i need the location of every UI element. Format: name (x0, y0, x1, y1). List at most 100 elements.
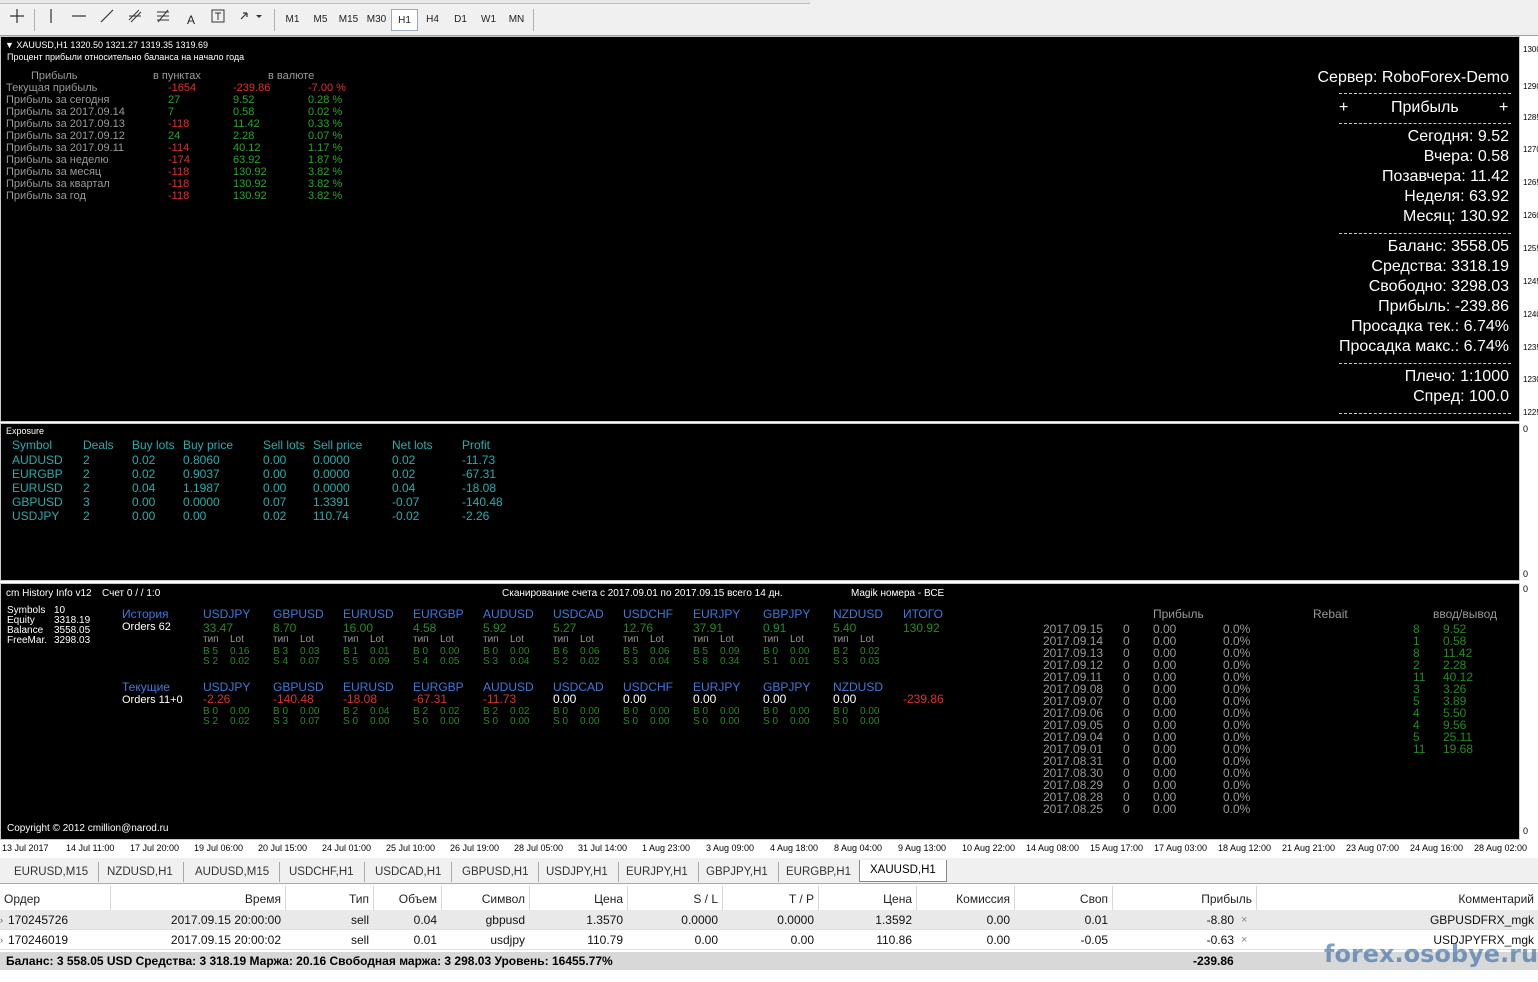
history-sell-count: S 3 (833, 656, 849, 667)
crosshair-icon[interactable] (6, 9, 28, 31)
chart-tab[interactable]: NZDUSD,H1 (97, 862, 184, 882)
chart-tab[interactable]: USDJPY,H1 (536, 862, 619, 882)
history-sell-lot: 0.02 (230, 656, 250, 667)
terminal-col-header[interactable]: Ордер (0, 888, 110, 910)
timeframe-d1-button[interactable]: D1 (447, 9, 474, 31)
daybefore-profit: Позавчера: 11.42 (1381, 168, 1509, 185)
exposure-cell: 0.0000 (313, 453, 350, 467)
timeframe-m30-button[interactable]: M30 (363, 9, 390, 31)
terminal-col-header[interactable]: Объем (373, 888, 441, 910)
history-symbol-profit: 5.92 (483, 621, 507, 635)
exposure-cell: 2 (83, 481, 90, 495)
today-profit: Сегодня: 9.52 (1407, 128, 1509, 145)
price-scale-tick: 1260 (1523, 211, 1538, 220)
column-separator (441, 886, 442, 912)
chart-tab[interactable]: EURUSD,M15 (4, 862, 100, 882)
terminal-col-header[interactable]: Символ (441, 888, 529, 910)
chart-tab[interactable]: GBPUSD,H1 (452, 862, 540, 882)
exposure-cell: USDJPY (12, 509, 60, 523)
timeframe-w1-button[interactable]: W1 (475, 9, 502, 31)
profit-row-money: 130.92 (233, 190, 267, 202)
terminal-col-header[interactable]: Комментарий (1256, 888, 1538, 910)
terminal-cell: 0.01 (1084, 913, 1108, 927)
fibonacci-icon[interactable] (152, 9, 174, 31)
chart-tab[interactable]: EURGBP,H1 (776, 862, 862, 882)
terminal-row[interactable]: › 170246019 2017.09.15 20:00:02 sell 0.01 usd… (0, 930, 1538, 950)
server-label: Сервер: RoboForex-Demo (1317, 69, 1509, 86)
price-scale-tick: 1225 (1523, 408, 1538, 417)
time-axis-label: 8 Aug 04:00 (834, 843, 883, 853)
history-lot-label: Lot (650, 634, 664, 645)
profit-row-points: -114 (168, 142, 190, 154)
time-axis-label: 31 Jul 14:00 (578, 843, 628, 853)
close-order-icon[interactable]: × (1241, 910, 1247, 930)
deposit-amount: 19.68 (1443, 742, 1474, 756)
chart-tab[interactable]: XAUUSD,H1 (859, 860, 947, 882)
timeframe-m5-button[interactable]: M5 (307, 9, 334, 31)
exposure-cell: 2 (83, 467, 90, 481)
exposure-pane[interactable]: Exposure Symbol Deals Buy lots Buy price Sel… (0, 423, 1520, 581)
exposure-cell: 0.02 (263, 509, 287, 523)
time-axis-label: 14 Jul 11:00 (66, 843, 115, 853)
terminal-col-header[interactable]: Своп (1014, 888, 1112, 910)
terminal-col-header[interactable]: Прибыль (1112, 888, 1256, 910)
current-sell-count: S 0 (693, 716, 709, 727)
profit-row-money: 40.12 (233, 142, 261, 154)
channel-icon[interactable] (124, 9, 146, 31)
price-scale-tick: 1255 (1523, 244, 1538, 253)
profit-row-label: Прибыль за 2017.09.14 (6, 106, 125, 118)
daily-count: 0 (1123, 802, 1130, 816)
time-axis[interactable]: 13 Jul 2017 14 Jul 11:00 17 Jul 20:00 19 Ju… (0, 840, 1538, 858)
profit-row-label: Прибыль за 2017.09.12 (6, 130, 125, 142)
terminal-col-header[interactable]: Время (110, 888, 285, 910)
close-order-icon[interactable]: × (1241, 930, 1247, 950)
month-profit: Месяц: 130.92 (1402, 208, 1509, 225)
column-separator (373, 886, 374, 912)
chart-tab[interactable]: USDCHF,H1 (279, 862, 365, 882)
trendline-icon[interactable] (96, 9, 118, 31)
main-chart-pane[interactable]: ▼ XAUUSD,H1 1320.50 1321.27 1319.35 1319… (0, 36, 1520, 422)
timeframe-h4-button[interactable]: H4 (419, 9, 446, 31)
terminal-col-header[interactable]: S / L (627, 888, 722, 910)
chart-tab[interactable]: GBPJPY,H1 (696, 862, 779, 882)
price-scale-tick: 1270 (1523, 145, 1538, 154)
profit-row-money: 63.92 (233, 154, 261, 166)
arrows-menu-icon[interactable] (236, 9, 266, 31)
timeframe-mn-button[interactable]: MN (503, 9, 530, 31)
vertical-line-icon[interactable] (40, 9, 62, 31)
history-total-value: 130.92 (903, 621, 940, 635)
exposure-scale[interactable] (1520, 423, 1538, 581)
terminal-cell: 0.00 (986, 933, 1010, 947)
chart-tab[interactable]: AUDUSD,M15 (185, 862, 281, 882)
chart-tab[interactable]: USDCAD,H1 (365, 862, 453, 882)
history-info-pane[interactable]: cm History Info v12 Счет 0 / / 1:0 Скани… (0, 583, 1520, 840)
timeframe-h1-button[interactable]: H1 (391, 9, 418, 31)
price-scale-tick: 1300 (1523, 45, 1538, 54)
terminal-col-header[interactable]: Комиссия (916, 888, 1014, 910)
horizontal-line-icon[interactable] (68, 9, 90, 31)
price-scale[interactable] (1520, 36, 1538, 422)
time-axis-label: 9 Aug 13:00 (898, 843, 947, 853)
terminal-col-header[interactable]: Цена (529, 888, 627, 910)
terminal-col-header[interactable]: Цена (818, 888, 916, 910)
history-scale[interactable] (1520, 583, 1538, 840)
profit-row-label: Прибыль за 2017.09.11 (6, 142, 125, 154)
chart-tab[interactable]: EURJPY,H1 (616, 862, 699, 882)
current-symbol-profit: 0.00 (623, 692, 647, 706)
timeframe-m15-button[interactable]: M15 (335, 9, 362, 31)
terminal-col-header[interactable]: T / P (722, 888, 818, 910)
daily-profit: 0.00 (1153, 802, 1177, 816)
text-tool-icon[interactable]: A (180, 9, 202, 31)
terminal-col-header[interactable]: Тип (285, 888, 373, 910)
text-label-icon[interactable] (207, 9, 229, 31)
timeframe-m1-button[interactable]: M1 (279, 9, 306, 31)
magic-numbers-label: Magik номера - ВСЕ (851, 588, 945, 599)
history-type-label: тип (343, 634, 359, 645)
profit-row-label: Прибыль за 2017.09.13 (6, 118, 125, 130)
history-symbol: USDCHF (623, 607, 673, 621)
time-axis-label: 23 Aug 07:00 (1346, 843, 1400, 853)
terminal-cell: 110.79 (587, 933, 623, 947)
terminal-row[interactable]: › 170245726 2017.09.15 20:00:00 sell 0.04 gbp… (0, 910, 1538, 930)
current-label: Текущие (122, 680, 170, 694)
history-sell-lot: 0.03 (860, 656, 880, 667)
